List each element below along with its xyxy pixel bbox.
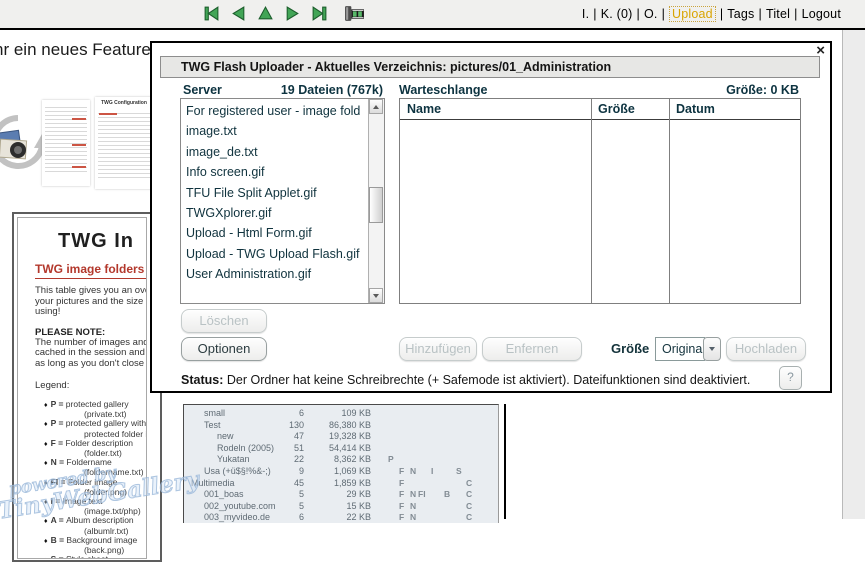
table-row[interactable]: Multimedia451,859 KBFC	[184, 478, 498, 490]
legend-item: ♦Pprotected gallery(private.txt)	[44, 400, 146, 419]
table-row[interactable]: 002_youtube.com515 KBFNC	[184, 501, 498, 513]
size-label: Größe	[611, 341, 649, 356]
link-separator: |	[794, 7, 797, 21]
server-file-item[interactable]: TFU File Split Applet.gif	[186, 183, 369, 203]
remove-button[interactable]: Enfernen	[482, 337, 582, 361]
panel-intro-text: This table gives you an overview o your …	[35, 286, 146, 318]
news-marquee-text: hr ein neues Feature v	[0, 40, 164, 60]
status-label: Status:	[181, 373, 223, 387]
link-separator: |	[637, 7, 640, 21]
panel-title: TWG In	[58, 230, 146, 253]
options-button[interactable]: Optionen	[181, 337, 267, 361]
help-button[interactable]: ?	[779, 366, 802, 390]
top-toolbar: I. | K. (0) | O. | Upload | Tags | Titel | Logout	[0, 0, 865, 30]
last-icon[interactable]	[311, 5, 328, 22]
please-note-label: PLEASE NOTE:	[35, 327, 146, 338]
legend-item: ♦Pprotected gallery withprotected folder…	[44, 419, 146, 438]
size-select-arrow-icon[interactable]	[703, 337, 721, 361]
server-file-item[interactable]: User Administration.gif	[186, 264, 369, 284]
page-right-gutter	[842, 30, 865, 519]
server-file-item[interactable]: Upload - Html Form.gif	[186, 223, 369, 243]
server-file-item[interactable]: Info screen.gif	[186, 162, 369, 182]
queue-total-size: Größe: 0 KB	[399, 83, 799, 97]
document-thumbnail-1[interactable]	[42, 100, 90, 186]
table-row[interactable]: Yukatan228,362 KBP	[184, 454, 498, 466]
content-frame-border	[504, 404, 506, 519]
legend-label: Legend:	[35, 380, 146, 391]
thumbnail-title: TWG Configuration	[95, 100, 153, 106]
status-text: Der Ordner hat keine Schreibrechte (+ Sa…	[227, 373, 751, 387]
table-row[interactable]: Test13086,380 KB	[184, 420, 498, 432]
link-logout[interactable]: Logout	[802, 7, 841, 21]
queue-column-size: Größe	[591, 99, 669, 119]
table-row[interactable]: small6109 KB	[184, 408, 498, 420]
link-tags[interactable]: Tags	[727, 7, 754, 21]
panel-red-heading: TWG image folders over	[35, 262, 147, 279]
twg-flash-uploader-dialog: × TWG Flash Uploader - Aktuelles Verzeic…	[150, 41, 832, 393]
dialog-title-bar: TWG Flash Uploader - Aktuelles Verzeichn…	[160, 56, 820, 78]
server-file-item[interactable]: image.txt	[186, 121, 369, 141]
link-titel[interactable]: Titel	[766, 7, 790, 21]
account-links: I. | K. (0) | O. | Upload | Tags | Titel | Logout	[582, 7, 841, 21]
upload-button[interactable]: Hochladen	[726, 337, 806, 361]
table-row[interactable]: Rodeln (2005)5154,414 KB	[184, 443, 498, 455]
link-upload[interactable]: Upload	[669, 6, 716, 22]
server-file-item[interactable]: For registered user - image fold	[186, 101, 369, 121]
link-separator: |	[593, 7, 596, 21]
status-row: Status: Der Ordner hat keine Schreibrech…	[181, 373, 750, 387]
legend-item: ♦SStyle sheet(style.css)	[44, 555, 146, 559]
link-k[interactable]: K. (0)	[601, 7, 633, 21]
folder-statistics-table: small6109 KB Test13086,380 KB new4719,32…	[183, 404, 499, 523]
link-separator: |	[662, 7, 665, 21]
queue-column-date: Datum	[669, 99, 796, 119]
server-file-item[interactable]: image_de.txt	[186, 142, 369, 162]
next-icon[interactable]	[284, 5, 301, 22]
scroll-up-icon[interactable]	[369, 99, 383, 114]
gallery-nav-icons	[203, 5, 365, 22]
queue-column-divider	[669, 99, 670, 303]
link-o[interactable]: O.	[644, 7, 658, 21]
legend-item: ♦FIFolder image(folder.png)	[44, 478, 146, 497]
legend-item: ♦FFolder description(folder.txt)	[44, 439, 146, 458]
server-file-listbox: For registered user - image fold image.t…	[180, 98, 385, 304]
table-row[interactable]: 001_boas529 KBFNFIBC	[184, 489, 498, 501]
queue-header-divider	[400, 119, 800, 120]
scrollbar-thumb[interactable]	[369, 187, 383, 223]
table-row[interactable]: Usa (+ü$§!%&-;)91,069 KBFNIS	[184, 466, 498, 478]
please-note-text: The number of images and the siz cached …	[35, 338, 146, 370]
server-file-count: 19 Dateien (767k)	[183, 83, 383, 97]
add-button[interactable]: Hinzufügen	[399, 337, 477, 361]
previous-icon[interactable]	[230, 5, 247, 22]
server-file-item[interactable]: Upload - TWG Upload Flash.gif	[186, 244, 369, 264]
size-select[interactable]: Original	[655, 337, 705, 361]
table-row[interactable]: 003_myvideo.de622 KBFNC	[184, 512, 498, 523]
filmstrip-icon[interactable]	[344, 5, 365, 22]
legend-item: ♦BBackground image(back.png)	[44, 536, 146, 555]
up-icon[interactable]	[257, 5, 274, 22]
table-row[interactable]: new4719,328 KB	[184, 431, 498, 443]
link-i[interactable]: I.	[582, 7, 589, 21]
link-separator: |	[759, 7, 762, 21]
legend-item: ♦NFoldername(foldername.txt)	[44, 458, 146, 477]
queue-column-divider	[591, 99, 592, 303]
queue-column-name: Name	[400, 99, 592, 119]
first-icon[interactable]	[203, 5, 220, 22]
legend-item: ♦AAlbum description(albumlr.txt)	[44, 516, 146, 535]
legend-item: ♦IImage text(image.txt/php)	[44, 497, 146, 516]
upload-queue-table: Name Größe Datum	[399, 98, 801, 304]
scrollbar[interactable]	[368, 99, 384, 303]
delete-button[interactable]: Löschen	[181, 309, 267, 333]
server-file-item[interactable]: TWGXplorer.gif	[186, 203, 369, 223]
scroll-down-icon[interactable]	[369, 288, 383, 303]
link-separator: |	[720, 7, 723, 21]
document-thumbnail-2[interactable]: TWG Configuration	[95, 97, 153, 189]
twg-image-folders-panel: TWG In TWG image folders over This table…	[12, 212, 162, 562]
